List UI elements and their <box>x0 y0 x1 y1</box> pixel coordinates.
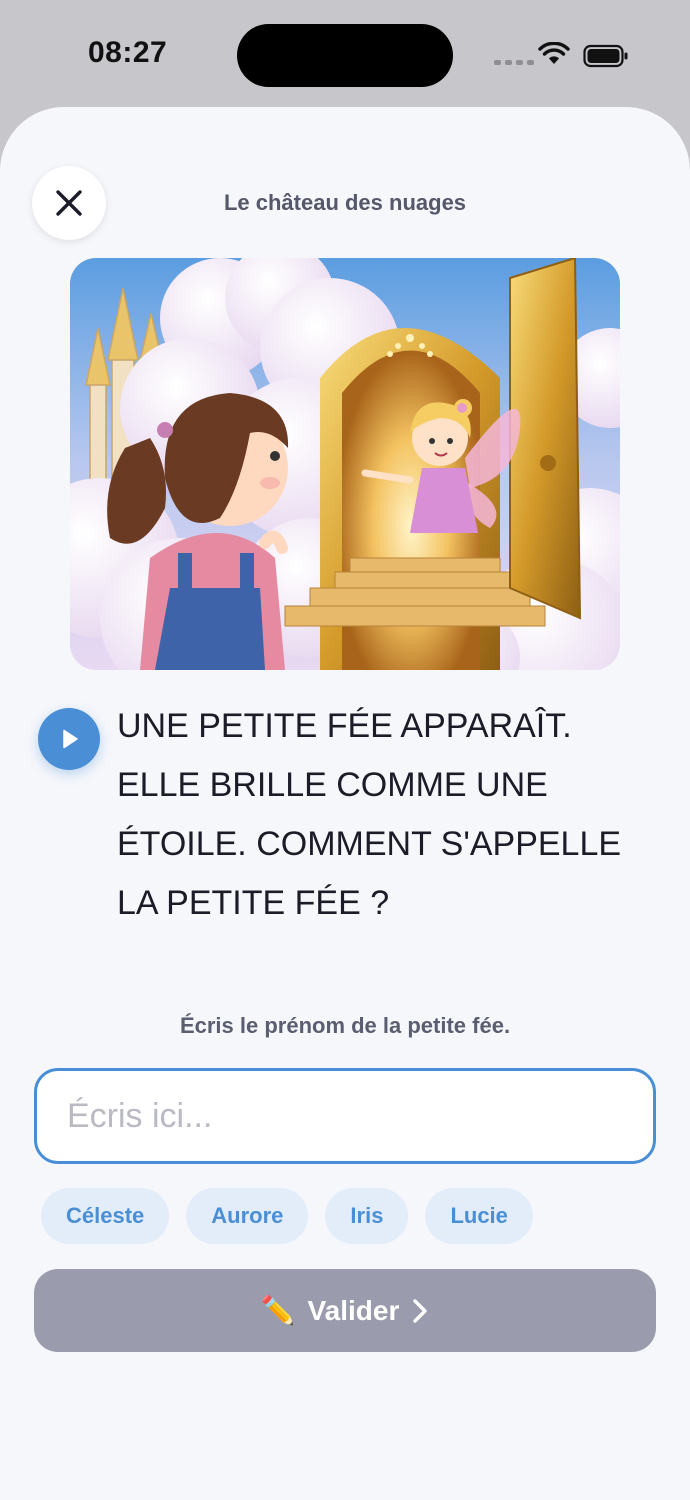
battery-icon <box>583 44 628 68</box>
suggestion-chips: Céleste Aurore Iris Lucie <box>41 1188 533 1244</box>
story-line: LA PETITE FÉE ? <box>117 884 390 922</box>
suggestion-chip-celeste[interactable]: Céleste <box>41 1188 170 1244</box>
page-title: Le château des nuages <box>223 190 467 215</box>
chevron-right-icon <box>413 1298 428 1323</box>
suggestion-chip-iris[interactable]: Iris <box>325 1188 409 1244</box>
answer-input[interactable] <box>34 1068 656 1164</box>
story-illustration <box>70 258 620 670</box>
validate-label: Valider <box>307 1294 400 1326</box>
suggestion-chip-aurore[interactable]: Aurore <box>186 1188 309 1244</box>
story-line: ÉTOILE. COMMENT S'APPELLE <box>117 825 622 863</box>
validate-button[interactable]: ✏️ Valider <box>34 1269 656 1352</box>
play-icon <box>63 729 78 749</box>
play-audio-button[interactable] <box>38 708 100 770</box>
suggestion-chip-lucie[interactable]: Lucie <box>425 1188 533 1244</box>
story-line: UNE PETITE FÉE APPARAÎT. <box>117 707 572 745</box>
pencil-icon: ✏️ <box>260 1295 296 1326</box>
question-prompt: Écris le prénom de la petite fée. <box>179 1013 511 1038</box>
status-time: 08:27 <box>88 36 168 69</box>
story-line: ELLE BRILLE COMME UNE <box>117 766 548 804</box>
signal-icon <box>494 60 534 65</box>
story-text: UNE PETITE FÉE APPARAÎT. ELLE BRILLE COM… <box>117 697 657 933</box>
dynamic-island <box>237 24 453 87</box>
wifi-icon <box>538 42 570 64</box>
